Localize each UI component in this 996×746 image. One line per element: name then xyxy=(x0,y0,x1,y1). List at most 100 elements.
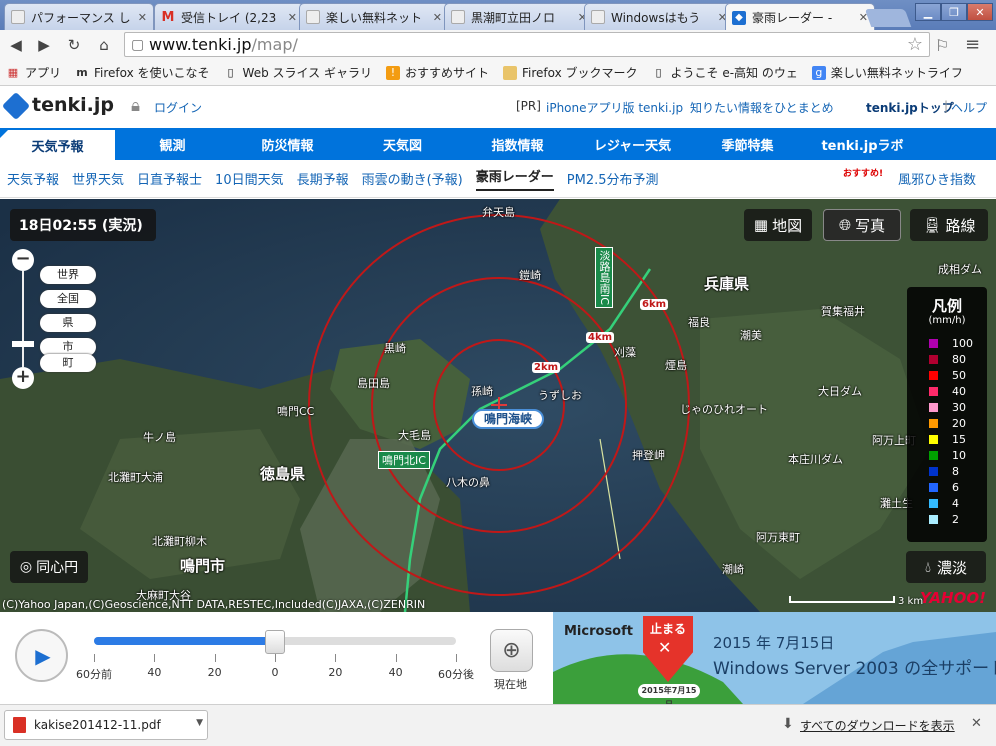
new-tab-button[interactable] xyxy=(864,9,912,27)
zoom-track[interactable] xyxy=(22,271,24,367)
zoom-out-button[interactable]: − xyxy=(12,249,34,271)
tab-performance[interactable]: パフォーマンス し ✕ xyxy=(4,3,154,30)
timeline-tick xyxy=(395,654,397,662)
matome-link[interactable]: 知りたい情報をひとまとめ xyxy=(690,99,834,116)
tab-free-net[interactable]: 楽しい無料ネット ✕ xyxy=(299,3,449,30)
legend-item: 20 xyxy=(929,417,966,430)
extension-icon[interactable]: ⚐ xyxy=(935,36,949,55)
subnav-long-range[interactable]: 長期予報 xyxy=(297,169,349,188)
legend-item: 2 xyxy=(929,513,959,526)
nav-observation[interactable]: 観測 xyxy=(115,128,230,160)
zoom-level-town[interactable]: 町 xyxy=(40,354,96,372)
close-icon[interactable]: ✕ xyxy=(433,11,442,24)
tab-kuroshio[interactable]: 黒潮町立田ノロ ✕ xyxy=(444,3,594,30)
density-button[interactable]: 💧︎ 濃淡 xyxy=(906,551,986,583)
subnav-pm25[interactable]: PM2.5分布予測 xyxy=(567,169,659,188)
radar-map[interactable]: 18日02:55 (実況) − + 世界 全国 県 市 町 ▦ 地図 🌐︎ 写真 🚆… xyxy=(0,199,996,612)
back-icon[interactable]: ◀ xyxy=(6,35,26,55)
home-icon[interactable]: ⌂ xyxy=(94,35,114,55)
subnav-radar[interactable]: 豪雨レーダー xyxy=(475,166,554,191)
place-label: 賀集福井 xyxy=(821,305,865,318)
window-close-button[interactable]: ✕ xyxy=(967,3,993,21)
zoom-handle[interactable] xyxy=(12,341,34,347)
minimize-button[interactable]: ▁ xyxy=(915,3,941,21)
tenki-top-link[interactable]: tenki.jpトップ xyxy=(866,99,954,116)
microsoft-ad[interactable]: Microsoft 止まる ✕ 2015年7月15日 2015 年 7月15日 … xyxy=(553,612,996,704)
place-label-prefecture: 徳島県 xyxy=(260,465,306,483)
forward-icon[interactable]: ▶ xyxy=(34,35,54,55)
bookmark-apps[interactable]: ▦ アプリ xyxy=(6,64,61,81)
bookmark-recommended[interactable]: ! おすすめサイト xyxy=(385,64,489,81)
photo-view-button[interactable]: 🌐︎ 写真 xyxy=(823,209,901,241)
restore-button[interactable]: ❐ xyxy=(941,3,967,21)
download-item[interactable]: kakise201412-11.pdf ▼ xyxy=(4,710,208,740)
tab-windows[interactable]: Windowsはもう ✕ xyxy=(584,3,734,30)
bookmarks-bar: ▦ アプリ m Firefox を使いこなそ ▯ Web スライス ギャラリ ! おすす… xyxy=(0,60,996,86)
show-all-downloads-link[interactable]: すべてのダウンロードを表示 xyxy=(800,717,955,734)
login-link[interactable]: ログイン xyxy=(154,99,202,116)
nav-season[interactable]: 季節特集 xyxy=(690,128,805,160)
subnav-world[interactable]: 世界天気 xyxy=(72,169,124,188)
legend-swatch xyxy=(929,515,938,524)
subnav-10day[interactable]: 10日間天気 xyxy=(215,169,284,188)
timeline-label: 40 xyxy=(388,666,403,679)
place-label: 鎧崎 xyxy=(519,269,541,282)
site-logo[interactable]: tenki.jp xyxy=(32,94,114,116)
legend-item: 40 xyxy=(929,385,966,398)
timeline-handle[interactable] xyxy=(265,630,285,654)
dropdown-icon[interactable]: ▼ xyxy=(196,718,203,728)
subnav-cold-index[interactable]: 風邪ひき指数 xyxy=(898,169,976,188)
download-bar: kakise201412-11.pdf ▼ ⬇ すべてのダウンロードを表示 ✕ xyxy=(0,704,996,746)
address-bar[interactable]: ▢ www.tenki.jp/map/ ☆ xyxy=(124,32,930,57)
legend-swatch xyxy=(929,339,938,348)
current-location-button[interactable]: ⊕ xyxy=(490,629,533,672)
map-copyright: (C)Yahoo Japan,(C)Geoscience,NTT DATA,RE… xyxy=(2,598,426,611)
place-label: うずしお xyxy=(538,389,582,402)
map-view-button[interactable]: ▦ 地図 xyxy=(744,209,812,241)
bookmark-firefox-guide[interactable]: m Firefox を使いこなそ xyxy=(75,64,209,81)
legend-value: 40 xyxy=(952,385,966,398)
legend-item: 6 xyxy=(929,481,959,494)
subnav-forecast[interactable]: 天気予報 xyxy=(7,169,59,188)
zoom-in-button[interactable]: + xyxy=(12,367,34,389)
iphone-app-link[interactable]: iPhoneアプリ版 tenki.jp xyxy=(546,99,683,116)
place-label: 潮美 xyxy=(740,329,762,342)
close-icon[interactable]: ✕ xyxy=(138,11,147,24)
bookmark-firefox-folder[interactable]: Firefox ブックマーク xyxy=(503,64,638,81)
bookmark-e-kochi[interactable]: ▯ ようこそ e-高知 のウェ xyxy=(652,64,798,81)
route-view-button[interactable]: 🚆︎ 路線 xyxy=(910,209,988,241)
globe-icon: 🌐︎ xyxy=(838,216,851,234)
concentric-button[interactable]: ◎ 同心円 xyxy=(10,551,88,583)
place-label: 潮崎 xyxy=(722,563,744,576)
nav-forecast[interactable]: 天気予報 xyxy=(0,128,115,160)
place-label-ic: 鳴門北IC xyxy=(378,451,430,469)
nav-leisure[interactable]: レジャー天気 xyxy=(575,128,690,160)
subnav-rain-cloud[interactable]: 雨雲の動き(予報) xyxy=(362,169,463,188)
help-link[interactable]: ヘルプ xyxy=(951,99,987,116)
tab-gmail[interactable]: M 受信トレイ (2,23 ✕ xyxy=(154,3,304,30)
tab-tenki-radar[interactable]: ◆ 豪雨レーダー - ✕ xyxy=(725,3,875,31)
main-nav: 天気予報 観測 防災情報 天気図 指数情報 レジャー天気 季節特集 tenki.… xyxy=(0,128,996,160)
zoom-level-country[interactable]: 全国 xyxy=(40,290,96,308)
current-location-label: 現在地 xyxy=(494,678,527,691)
reload-icon[interactable]: ↻ xyxy=(64,35,84,55)
zoom-level-world[interactable]: 世界 xyxy=(40,266,96,284)
play-button[interactable]: ▶ xyxy=(15,629,68,682)
nav-weather-map[interactable]: 天気図 xyxy=(345,128,460,160)
star-icon[interactable]: ☆ xyxy=(907,34,923,55)
bookmark-free-net[interactable]: g 楽しい無料ネットライフ xyxy=(811,64,963,81)
map-icon: ▦ xyxy=(753,216,769,234)
menu-icon[interactable]: ≡ xyxy=(965,34,980,55)
close-icon[interactable]: ✕ xyxy=(288,11,297,24)
m-icon: m xyxy=(76,65,88,79)
zoom-level-prefecture[interactable]: 県 xyxy=(40,314,96,332)
close-icon[interactable]: ✕ xyxy=(971,716,982,731)
legend-item: 8 xyxy=(929,465,959,478)
subnav-forecaster[interactable]: 日直予報士 xyxy=(137,169,202,188)
bookmark-web-slice[interactable]: ▯ Web スライス ギャラリ xyxy=(224,64,372,81)
place-label: 刈藻 xyxy=(614,346,636,359)
nav-lab[interactable]: tenki.jpラボ xyxy=(805,128,920,160)
nav-disaster[interactable]: 防災情報 xyxy=(230,128,345,160)
nav-index[interactable]: 指数情報 xyxy=(460,128,575,160)
gmail-icon: M xyxy=(161,9,175,25)
